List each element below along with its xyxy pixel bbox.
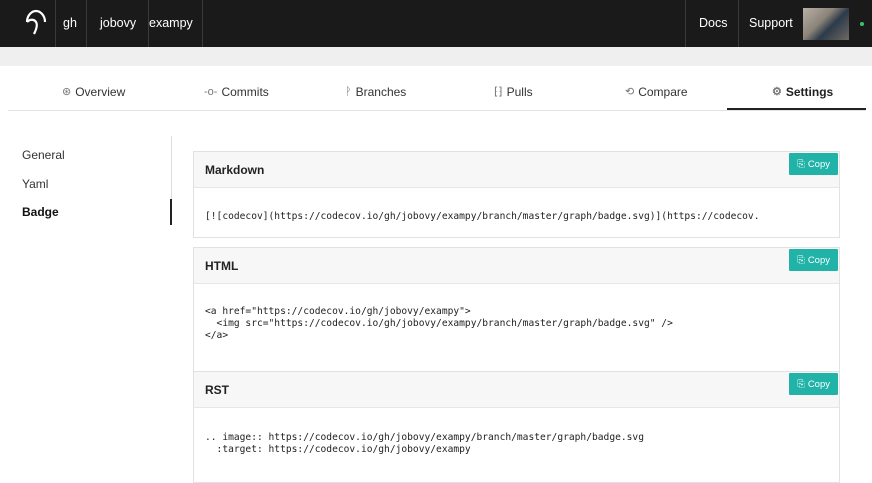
clipboard-icon: ⎘ (797, 254, 805, 266)
copy-label: Copy (807, 378, 830, 390)
support-link[interactable]: Support (749, 16, 793, 30)
panel-header: HTML (194, 248, 839, 284)
tab-settings[interactable]: ⚙ Settings (772, 73, 833, 110)
active-tab-indicator (727, 108, 866, 110)
user-avatar[interactable] (803, 8, 849, 40)
tab-label: Overview (75, 84, 126, 99)
branch-icon: ᚹ (345, 85, 352, 98)
html-code-line[interactable]: </a> (205, 330, 228, 343)
clipboard-icon: ⎘ (797, 378, 805, 390)
top-navbar: gh jobovy exampy Docs Support (0, 0, 872, 47)
tab-label: Commits (221, 84, 269, 99)
tab-label: Branches (355, 84, 407, 99)
tab-overview[interactable]: ⊛ Overview (62, 73, 125, 110)
navbar-divider (55, 0, 56, 47)
tab-commits[interactable]: -o- Commits (204, 73, 269, 110)
repo-tabs: ⊛ Overview -o- Commits ᚹ Branches ⁅⁆ Pul… (8, 73, 866, 111)
online-status-dot (860, 22, 864, 26)
overview-icon: ⊛ (62, 86, 72, 98)
panel-header: Markdown (194, 152, 839, 188)
navbar-divider (685, 0, 686, 47)
breadcrumb-service[interactable]: gh (63, 16, 77, 30)
panel-title: Markdown (205, 163, 265, 177)
panel-title: HTML (205, 259, 239, 273)
tab-label: Compare (638, 84, 688, 99)
breadcrumb-owner[interactable]: jobovy (100, 16, 136, 30)
copy-rst-button[interactable]: ⎘ Copy (789, 373, 838, 395)
rst-code-line[interactable]: .. image:: https://codecov.io/gh/jobovy/… (205, 432, 644, 445)
tab-label: Settings (785, 84, 834, 99)
sidebar-item-badge[interactable]: Badge (22, 205, 59, 219)
header-strip (0, 47, 872, 66)
copy-html-button[interactable]: ⎘ Copy (789, 249, 838, 271)
compare-icon: ⟲ (625, 86, 635, 98)
tab-pulls[interactable]: ⁅⁆ Pulls (494, 73, 533, 110)
breadcrumb-repo[interactable]: exampy (149, 16, 193, 30)
copy-label: Copy (807, 254, 830, 266)
pull-request-icon: ⁅⁆ (494, 86, 503, 98)
tab-branches[interactable]: ᚹ Branches (345, 73, 406, 110)
html-code-line[interactable]: <img src="https://codecov.io/gh/jobovy/e… (205, 318, 673, 331)
tab-compare[interactable]: ⟲ Compare (625, 73, 688, 110)
rst-code-line[interactable]: :target: https://codecov.io/gh/jobovy/ex… (205, 444, 471, 457)
sidebar-active-indicator (170, 199, 172, 225)
copy-label: Copy (807, 158, 830, 170)
sidebar-item-yaml[interactable]: Yaml (22, 177, 48, 191)
sidebar-item-general[interactable]: General (22, 148, 65, 162)
gears-icon: ⚙ (772, 86, 782, 98)
rst-panel: RST ⎘ Copy .. image:: https://codecov.io… (193, 371, 840, 483)
markdown-panel: Markdown ⎘ Copy [![codecov](https://code… (193, 151, 840, 238)
panel-title: RST (205, 383, 229, 397)
docs-link[interactable]: Docs (699, 16, 727, 30)
tab-label: Pulls (506, 84, 533, 99)
navbar-divider (738, 0, 739, 47)
navbar-divider (202, 0, 203, 47)
navbar-divider (86, 0, 87, 47)
clipboard-icon: ⎘ (797, 158, 805, 170)
codecov-logo-icon[interactable] (24, 9, 48, 37)
panel-header: RST (194, 372, 839, 408)
copy-markdown-button[interactable]: ⎘ Copy (789, 153, 838, 175)
markdown-code[interactable]: [![codecov](https://codecov.io/gh/jobovy… (205, 211, 760, 224)
html-code-line[interactable]: <a href="https://codecov.io/gh/jobovy/ex… (205, 306, 471, 319)
html-panel: HTML ⎘ Copy <a href="https://codecov.io/… (193, 247, 840, 373)
commit-icon: -o- (204, 85, 218, 98)
